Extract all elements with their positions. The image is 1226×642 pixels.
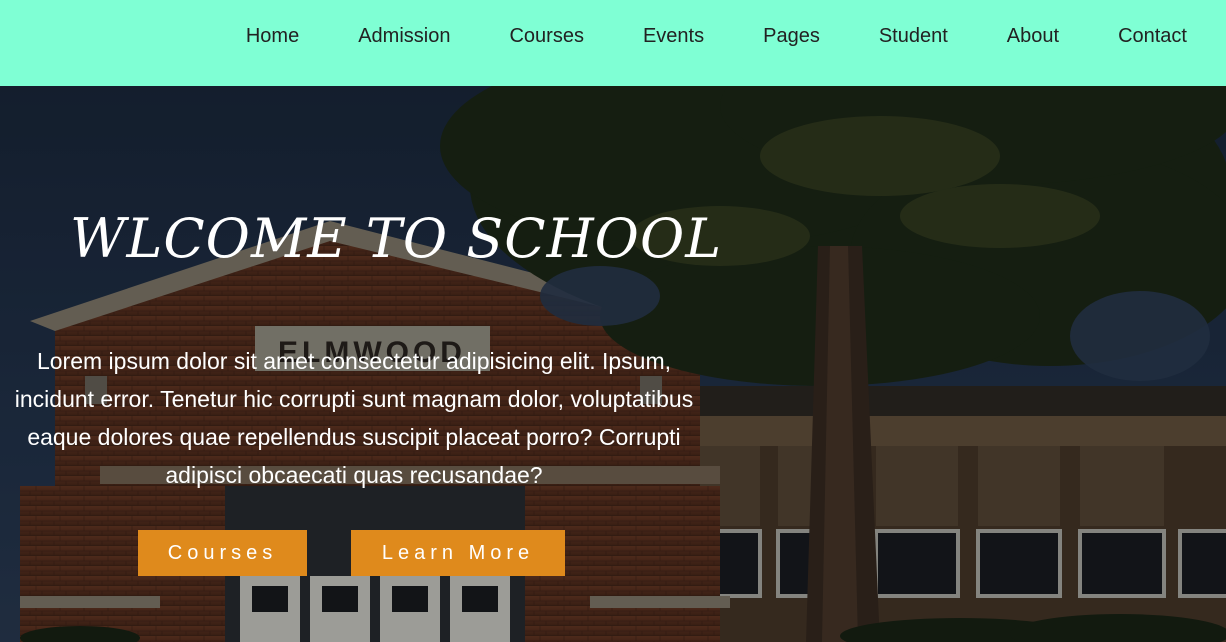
hero-description: Lorem ipsum dolor sit amet consectetur a… <box>0 342 730 494</box>
nav-link-about[interactable]: About <box>1007 24 1059 48</box>
nav-link-events[interactable]: Events <box>643 24 704 48</box>
nav-link-courses[interactable]: Courses <box>509 24 583 48</box>
hero-description-line: eaque dolores quae repellendus suscipit … <box>27 424 681 450</box>
courses-button[interactable]: Courses <box>138 530 307 576</box>
nav-link-student[interactable]: Student <box>879 24 948 48</box>
hero-description-line: incidunt error. Tenetur hic corrupti sun… <box>14 386 694 412</box>
hero-description-line: adipisci obcaecati quas recusandae? <box>165 462 543 488</box>
nav-link-home[interactable]: Home <box>246 24 299 48</box>
hero-description-line: Lorem ipsum dolor sit amet consectetur a… <box>36 348 672 374</box>
learn-more-button[interactable]: Learn More <box>351 530 565 576</box>
nav-menu: Home Admission Courses Events Pages Stud… <box>246 24 1187 48</box>
top-navbar: Home Admission Courses Events Pages Stud… <box>0 0 1226 86</box>
hero-section: ELMWOOD WLCOME TO SCHOOL Lorem ipsum dol… <box>0 86 1226 642</box>
nav-link-contact[interactable]: Contact <box>1118 24 1187 48</box>
nav-link-admission[interactable]: Admission <box>358 24 450 48</box>
nav-link-pages[interactable]: Pages <box>763 24 820 48</box>
hero-title: WLCOME TO SCHOOL <box>70 207 723 270</box>
